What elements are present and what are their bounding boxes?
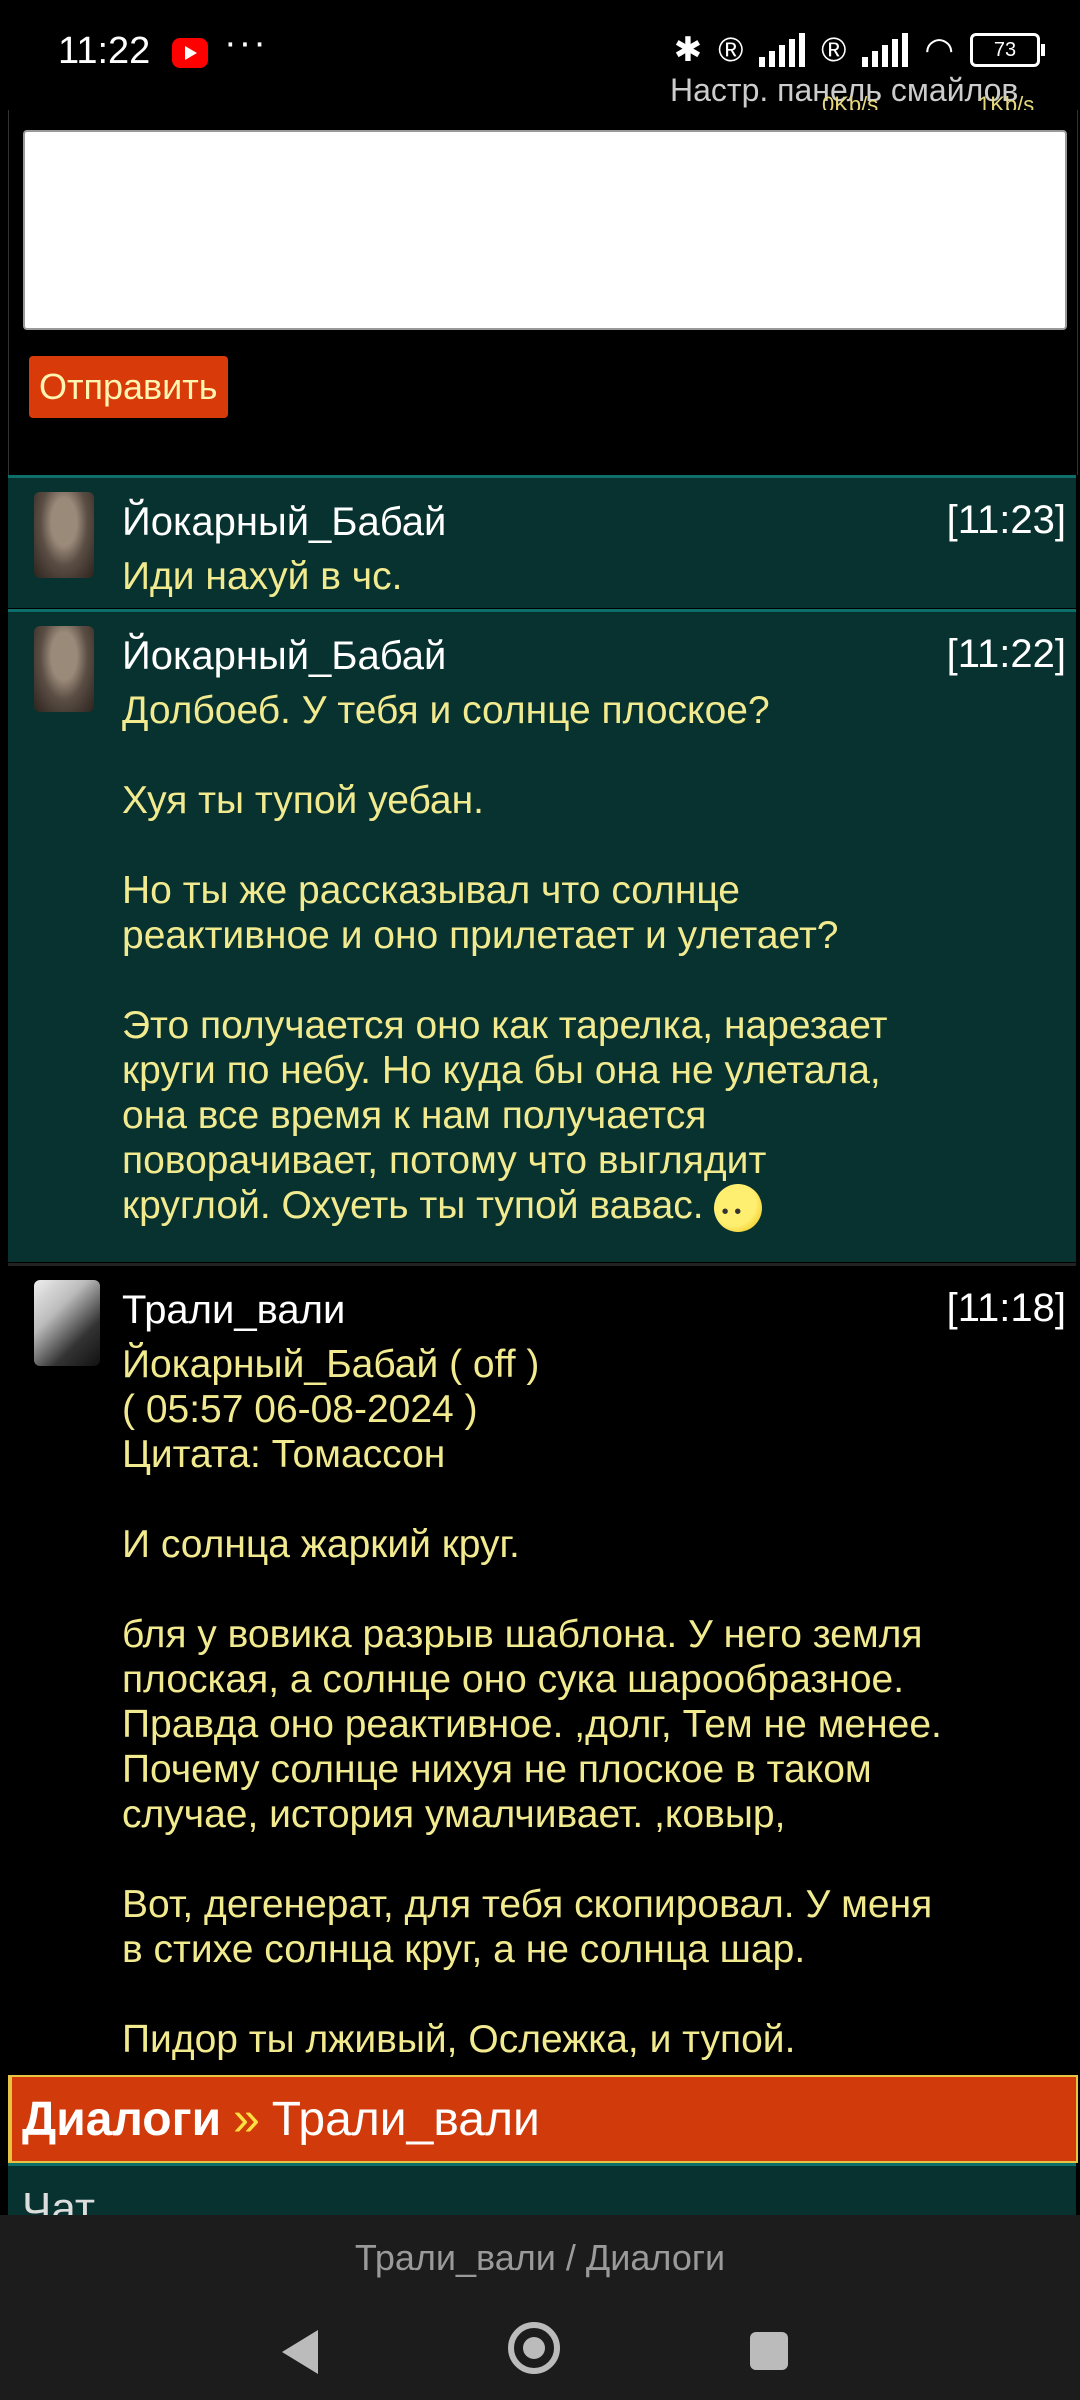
- browser-title-bar[interactable]: Трали_вали / Диалоги: [0, 2215, 1080, 2300]
- chat-label: Чат: [22, 2184, 95, 2218]
- message-text: Иди нахуй в чс.: [122, 555, 403, 598]
- wifi-icon: ◠: [924, 31, 954, 69]
- message-author[interactable]: Трали_вали: [122, 1288, 345, 1333]
- status-icons: ✱ ® ® ◠ 73: [673, 30, 1045, 70]
- system-nav-bar: [0, 2300, 1080, 2400]
- avatar[interactable]: [34, 626, 94, 712]
- back-icon[interactable]: [282, 2330, 318, 2374]
- message-author[interactable]: Йокарный_Бабай: [122, 500, 446, 545]
- status-bar: 11:22 ··· ✱ ® ® ◠ 73 Настр. панель смайл…: [0, 0, 1080, 117]
- avatar[interactable]: [34, 492, 94, 578]
- recents-icon[interactable]: [750, 2332, 788, 2370]
- signal-icon: [759, 33, 806, 67]
- battery-icon: 73: [970, 33, 1045, 67]
- chat-section-link[interactable]: Чат: [8, 2163, 1076, 2218]
- breadcrumb-separator: »: [233, 2092, 260, 2146]
- breadcrumb-dialogs-link[interactable]: Диалоги: [22, 2092, 221, 2147]
- roaming-icon-2: ®: [821, 30, 847, 69]
- dialog-breadcrumb: Диалоги » Трали_вали: [8, 2075, 1078, 2163]
- breadcrumb-current: Трали_вали: [271, 2092, 540, 2146]
- message-input[interactable]: [23, 130, 1067, 330]
- send-button[interactable]: Отправить: [29, 356, 228, 418]
- message-text-body: Долбоеб. У тебя и солнце плоское? Хуя ты…: [122, 689, 888, 1227]
- signal-icon-2: [862, 33, 909, 67]
- home-icon[interactable]: [508, 2322, 560, 2374]
- message-time: [11:22]: [946, 632, 1066, 676]
- bluetooth-icon: ✱: [673, 31, 703, 69]
- message-item: Йокарный_Бабай [11:23] Иди нахуй в чс.: [8, 475, 1076, 608]
- page-title: Трали_вали / Диалоги: [354, 2237, 726, 2278]
- status-time: 11:22: [58, 30, 151, 72]
- message-time: [11:23]: [946, 498, 1066, 542]
- roaming-icon: ®: [718, 30, 744, 69]
- youtube-icon: [172, 38, 208, 68]
- message-time: [11:18]: [946, 1286, 1066, 1330]
- message-item: Трали_вали [11:18] Йокарный_Бабай ( off …: [8, 1263, 1076, 2078]
- message-item: Йокарный_Бабай [11:22] Долбоеб. У тебя и…: [8, 609, 1076, 1262]
- avatar[interactable]: [34, 1280, 100, 1366]
- thinking-smiley-icon: [713, 1183, 762, 1235]
- message-author[interactable]: Йокарный_Бабай: [122, 634, 446, 679]
- message-composer: Отправить: [8, 110, 1078, 475]
- message-text: Долбоеб. У тебя и солнце плоское? Хуя ты…: [122, 688, 1062, 1235]
- more-notifications-icon: ···: [224, 22, 268, 64]
- message-text: Йокарный_Бабай ( off ) ( 05:57 06-08-202…: [122, 1343, 942, 2061]
